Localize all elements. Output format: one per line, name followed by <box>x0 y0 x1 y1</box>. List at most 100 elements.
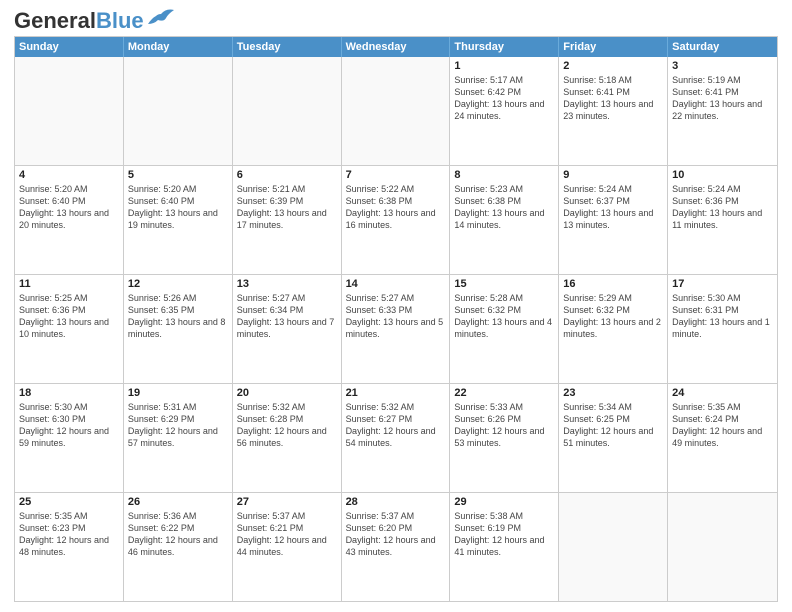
calendar-cell-17: 17 Sunrise: 5:30 AM Sunset: 6:31 PM Dayli… <box>668 275 777 383</box>
day-number: 2 <box>563 60 663 72</box>
cell-info: Sunrise: 5:35 AM Sunset: 6:24 PM Dayligh… <box>672 401 773 450</box>
day-number: 29 <box>454 496 554 508</box>
day-number: 9 <box>563 169 663 181</box>
logo-text: GeneralBlue <box>14 10 144 32</box>
day-number: 28 <box>346 496 446 508</box>
cell-info: Sunrise: 5:37 AM Sunset: 6:20 PM Dayligh… <box>346 510 446 559</box>
calendar-cell-21: 21 Sunrise: 5:32 AM Sunset: 6:27 PM Dayli… <box>342 384 451 492</box>
cell-info: Sunrise: 5:30 AM Sunset: 6:30 PM Dayligh… <box>19 401 119 450</box>
day-number: 6 <box>237 169 337 181</box>
calendar-cell-13: 13 Sunrise: 5:27 AM Sunset: 6:34 PM Dayli… <box>233 275 342 383</box>
day-number: 24 <box>672 387 773 399</box>
cell-info: Sunrise: 5:17 AM Sunset: 6:42 PM Dayligh… <box>454 74 554 123</box>
day-number: 5 <box>128 169 228 181</box>
calendar-cell-2: 2 Sunrise: 5:18 AM Sunset: 6:41 PM Daylig… <box>559 57 668 165</box>
cell-info: Sunrise: 5:31 AM Sunset: 6:29 PM Dayligh… <box>128 401 228 450</box>
day-number: 10 <box>672 169 773 181</box>
calendar-header-wednesday: Wednesday <box>342 37 451 57</box>
day-number: 11 <box>19 278 119 290</box>
calendar-cell-26: 26 Sunrise: 5:36 AM Sunset: 6:22 PM Dayli… <box>124 493 233 601</box>
day-number: 4 <box>19 169 119 181</box>
calendar-header: SundayMondayTuesdayWednesdayThursdayFrid… <box>15 37 777 57</box>
calendar-header-friday: Friday <box>559 37 668 57</box>
calendar-header-thursday: Thursday <box>450 37 559 57</box>
calendar-cell-12: 12Sunrise: 5:26 AM Sunset: 6:35 PM Dayli… <box>124 275 233 383</box>
day-number: 20 <box>237 387 337 399</box>
calendar-cell-empty-0-2 <box>233 57 342 165</box>
calendar-cell-11: 11 Sunrise: 5:25 AM Sunset: 6:36 PM Dayli… <box>15 275 124 383</box>
logo: GeneralBlue <box>14 10 176 32</box>
calendar-cell-empty-4-5 <box>559 493 668 601</box>
cell-info: Sunrise: 5:30 AM Sunset: 6:31 PM Dayligh… <box>672 292 773 341</box>
day-number: 14 <box>346 278 446 290</box>
day-number: 1 <box>454 60 554 72</box>
calendar-row-4: 25 Sunrise: 5:35 AM Sunset: 6:23 PM Dayli… <box>15 492 777 601</box>
day-number: 18 <box>19 387 119 399</box>
calendar-row-0: 1 Sunrise: 5:17 AM Sunset: 6:42 PM Daylig… <box>15 57 777 165</box>
calendar-cell-20: 20 Sunrise: 5:32 AM Sunset: 6:28 PM Dayli… <box>233 384 342 492</box>
page: GeneralBlue SundayMondayTuesdayWednesday… <box>0 0 792 612</box>
calendar-header-tuesday: Tuesday <box>233 37 342 57</box>
calendar-cell-empty-0-0 <box>15 57 124 165</box>
calendar-row-1: 4Sunrise: 5:20 AM Sunset: 6:40 PM Daylig… <box>15 165 777 274</box>
logo-bird-icon <box>146 6 176 28</box>
calendar-cell-empty-4-6 <box>668 493 777 601</box>
day-number: 26 <box>128 496 228 508</box>
calendar-row-2: 11 Sunrise: 5:25 AM Sunset: 6:36 PM Dayli… <box>15 274 777 383</box>
calendar-cell-24: 24 Sunrise: 5:35 AM Sunset: 6:24 PM Dayli… <box>668 384 777 492</box>
day-number: 19 <box>128 387 228 399</box>
cell-info: Sunrise: 5:27 AM Sunset: 6:34 PM Dayligh… <box>237 292 337 341</box>
header-row: GeneralBlue <box>14 10 778 32</box>
day-number: 22 <box>454 387 554 399</box>
calendar-cell-6: 6 Sunrise: 5:21 AM Sunset: 6:39 PM Daylig… <box>233 166 342 274</box>
calendar-cell-7: 7 Sunrise: 5:22 AM Sunset: 6:38 PM Daylig… <box>342 166 451 274</box>
calendar-header-saturday: Saturday <box>668 37 777 57</box>
cell-info: Sunrise: 5:21 AM Sunset: 6:39 PM Dayligh… <box>237 183 337 232</box>
day-number: 21 <box>346 387 446 399</box>
calendar-cell-19: 19 Sunrise: 5:31 AM Sunset: 6:29 PM Dayli… <box>124 384 233 492</box>
calendar-row-3: 18 Sunrise: 5:30 AM Sunset: 6:30 PM Dayli… <box>15 383 777 492</box>
cell-info: Sunrise: 5:24 AM Sunset: 6:36 PM Dayligh… <box>672 183 773 232</box>
calendar-cell-29: 29 Sunrise: 5:38 AM Sunset: 6:19 PM Dayli… <box>450 493 559 601</box>
calendar-cell-5: 5Sunrise: 5:20 AM Sunset: 6:40 PM Daylig… <box>124 166 233 274</box>
calendar-cell-1: 1 Sunrise: 5:17 AM Sunset: 6:42 PM Daylig… <box>450 57 559 165</box>
day-number: 25 <box>19 496 119 508</box>
day-number: 3 <box>672 60 773 72</box>
day-number: 23 <box>563 387 663 399</box>
cell-info: Sunrise: 5:25 AM Sunset: 6:36 PM Dayligh… <box>19 292 119 341</box>
logo-blue: Blue <box>96 8 144 33</box>
cell-info: Sunrise: 5:18 AM Sunset: 6:41 PM Dayligh… <box>563 74 663 123</box>
cell-info: Sunrise: 5:29 AM Sunset: 6:32 PM Dayligh… <box>563 292 663 341</box>
cell-info: Sunrise: 5:22 AM Sunset: 6:38 PM Dayligh… <box>346 183 446 232</box>
day-number: 15 <box>454 278 554 290</box>
cell-info: Sunrise: 5:35 AM Sunset: 6:23 PM Dayligh… <box>19 510 119 559</box>
calendar-cell-10: 10 Sunrise: 5:24 AM Sunset: 6:36 PM Dayli… <box>668 166 777 274</box>
cell-info: Sunrise: 5:33 AM Sunset: 6:26 PM Dayligh… <box>454 401 554 450</box>
calendar-header-sunday: Sunday <box>15 37 124 57</box>
calendar-cell-empty-0-3 <box>342 57 451 165</box>
cell-info: Sunrise: 5:32 AM Sunset: 6:28 PM Dayligh… <box>237 401 337 450</box>
day-number: 7 <box>346 169 446 181</box>
day-number: 17 <box>672 278 773 290</box>
cell-info: Sunrise: 5:38 AM Sunset: 6:19 PM Dayligh… <box>454 510 554 559</box>
cell-info: Sunrise: 5:27 AM Sunset: 6:33 PM Dayligh… <box>346 292 446 341</box>
day-number: 16 <box>563 278 663 290</box>
calendar-cell-4: 4Sunrise: 5:20 AM Sunset: 6:40 PM Daylig… <box>15 166 124 274</box>
calendar-cell-15: 15Sunrise: 5:28 AM Sunset: 6:32 PM Dayli… <box>450 275 559 383</box>
cell-info: Sunrise: 5:26 AM Sunset: 6:35 PM Dayligh… <box>128 292 228 341</box>
calendar-cell-14: 14 Sunrise: 5:27 AM Sunset: 6:33 PM Dayli… <box>342 275 451 383</box>
cell-info: Sunrise: 5:32 AM Sunset: 6:27 PM Dayligh… <box>346 401 446 450</box>
calendar-cell-3: 3 Sunrise: 5:19 AM Sunset: 6:41 PM Daylig… <box>668 57 777 165</box>
day-number: 8 <box>454 169 554 181</box>
cell-info: Sunrise: 5:37 AM Sunset: 6:21 PM Dayligh… <box>237 510 337 559</box>
calendar-cell-8: 8Sunrise: 5:23 AM Sunset: 6:38 PM Daylig… <box>450 166 559 274</box>
cell-info: Sunrise: 5:24 AM Sunset: 6:37 PM Dayligh… <box>563 183 663 232</box>
cell-info: Sunrise: 5:19 AM Sunset: 6:41 PM Dayligh… <box>672 74 773 123</box>
calendar-cell-18: 18 Sunrise: 5:30 AM Sunset: 6:30 PM Dayli… <box>15 384 124 492</box>
cell-info: Sunrise: 5:36 AM Sunset: 6:22 PM Dayligh… <box>128 510 228 559</box>
calendar: SundayMondayTuesdayWednesdayThursdayFrid… <box>14 36 778 602</box>
day-number: 13 <box>237 278 337 290</box>
logo-general: General <box>14 8 96 33</box>
calendar-cell-16: 16 Sunrise: 5:29 AM Sunset: 6:32 PM Dayli… <box>559 275 668 383</box>
calendar-cell-25: 25 Sunrise: 5:35 AM Sunset: 6:23 PM Dayli… <box>15 493 124 601</box>
